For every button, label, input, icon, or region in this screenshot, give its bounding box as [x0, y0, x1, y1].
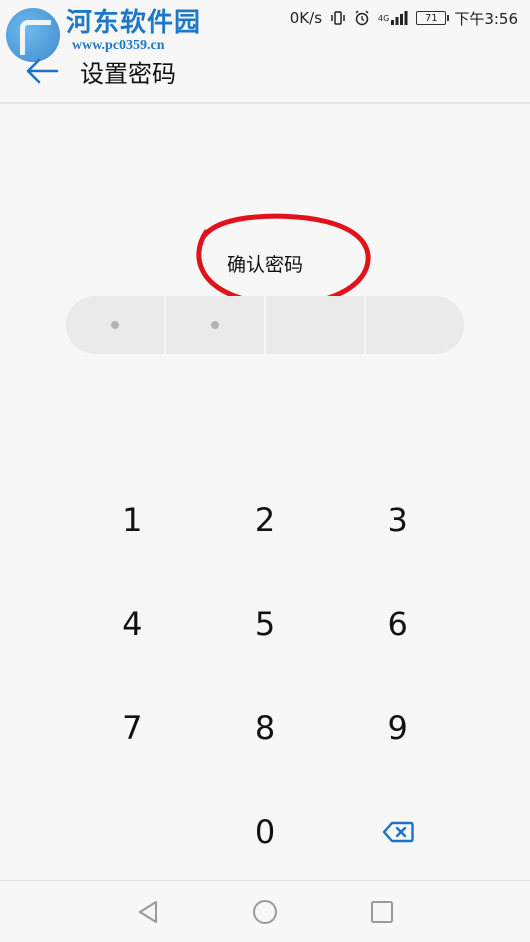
- battery-icon: 71: [416, 11, 450, 25]
- key-7[interactable]: 7: [66, 676, 199, 780]
- key-6[interactable]: 6: [331, 572, 464, 676]
- nav-home-button[interactable]: [245, 892, 285, 932]
- system-nav-bar: [0, 880, 530, 942]
- network-type: 4G: [378, 13, 390, 23]
- alarm-icon: [354, 10, 370, 26]
- pin-box-3: [266, 296, 366, 354]
- recents-square-icon: [370, 900, 393, 923]
- watermark-title: 河东软件园: [66, 8, 202, 38]
- backspace-icon: [382, 821, 414, 843]
- key-0[interactable]: 0: [199, 780, 332, 884]
- back-button[interactable]: [22, 51, 62, 91]
- pin-box-2: [166, 296, 266, 354]
- confirm-password-label: 确认密码: [226, 254, 303, 276]
- pin-box-1: [66, 296, 166, 354]
- nav-recents-button[interactable]: [362, 892, 402, 932]
- vibrate-icon: [330, 10, 346, 26]
- pin-box-4: [366, 296, 464, 354]
- pin-input[interactable]: [66, 296, 464, 354]
- key-2[interactable]: 2: [199, 468, 332, 572]
- network-speed: 0K/s: [289, 9, 323, 27]
- home-circle-icon: [252, 899, 277, 924]
- key-1[interactable]: 1: [66, 468, 199, 572]
- backspace-button[interactable]: [331, 780, 464, 884]
- pin-dot: [111, 321, 119, 329]
- key-3[interactable]: 3: [331, 468, 464, 572]
- battery-level: 71: [416, 11, 450, 25]
- key-5[interactable]: 5: [199, 572, 332, 676]
- numeric-keypad: 1 2 3 4 5 6 7 8 9 0: [66, 468, 464, 884]
- signal-icon: 4G: [378, 11, 408, 25]
- app-header: 设置密码: [0, 40, 530, 104]
- nav-back-button[interactable]: [128, 892, 168, 932]
- pin-dot: [211, 321, 219, 329]
- arrow-left-icon: [26, 58, 59, 84]
- key-8[interactable]: 8: [199, 676, 332, 780]
- key-4[interactable]: 4: [66, 572, 199, 676]
- key-empty: [66, 780, 199, 884]
- page-title: 设置密码: [80, 59, 176, 88]
- back-triangle-icon: [139, 900, 158, 923]
- clock: 下午3:56: [454, 9, 518, 28]
- key-9[interactable]: 9: [331, 676, 464, 780]
